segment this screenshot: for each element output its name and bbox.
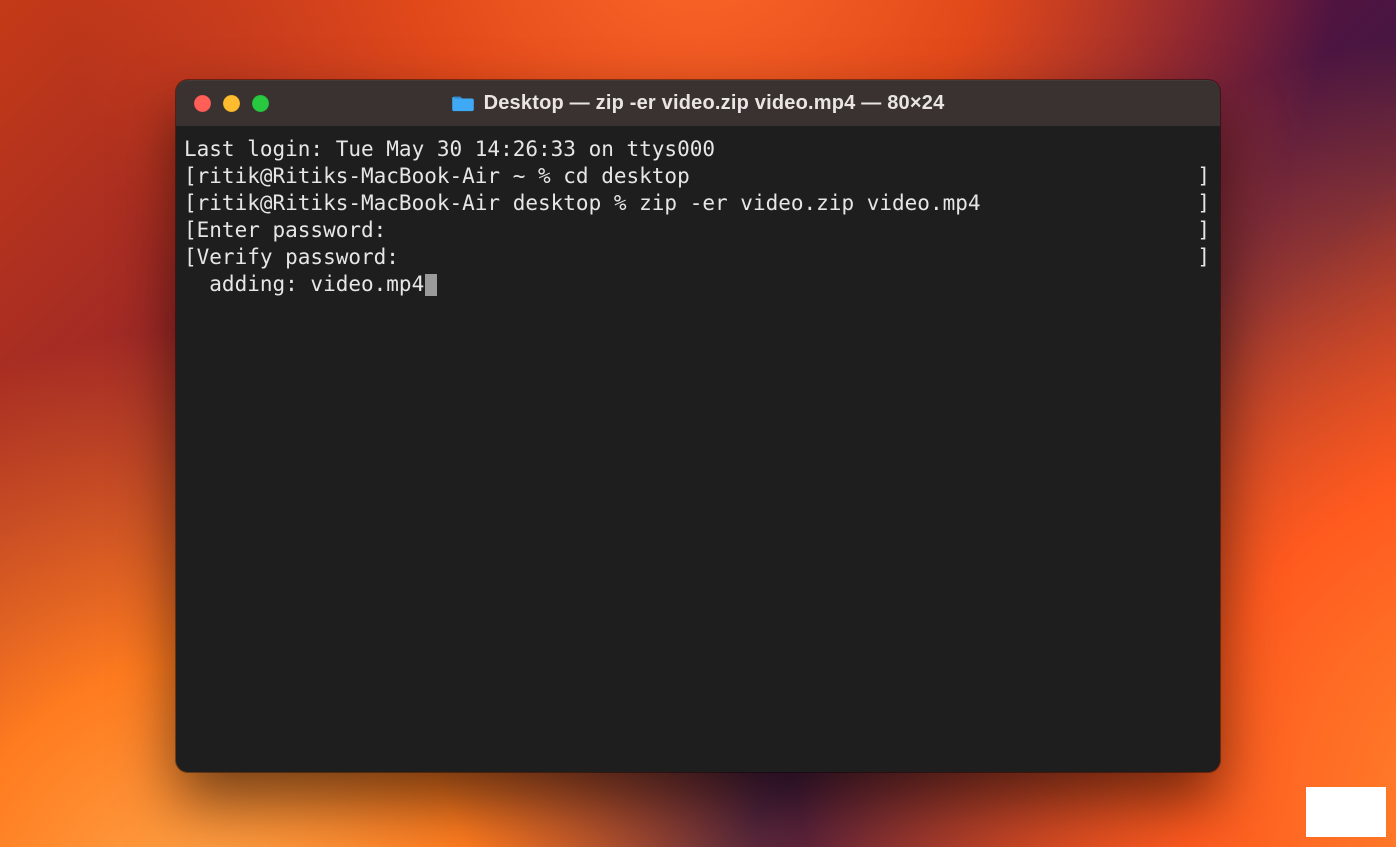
window-titlebar[interactable]: Desktop — zip -er video.zip video.mp4 — … <box>176 80 1220 126</box>
desktop-wallpaper: Desktop — zip -er video.zip video.mp4 — … <box>0 0 1396 847</box>
window-title-container: Desktop — zip -er video.zip video.mp4 — … <box>176 92 1220 115</box>
terminal-right-bracket: ] <box>1197 190 1214 217</box>
watermark-placeholder <box>1306 787 1386 837</box>
terminal-text: [ritik@Ritiks-MacBook-Air ~ % cd desktop <box>184 163 690 190</box>
terminal-window[interactable]: Desktop — zip -er video.zip video.mp4 — … <box>176 80 1220 772</box>
terminal-text: [Enter password: <box>184 217 386 244</box>
terminal-line: [Verify password:] <box>184 244 1214 271</box>
terminal-text: adding: video.mp4 <box>184 271 437 298</box>
terminal-line: Last login: Tue May 30 14:26:33 on ttys0… <box>184 136 1214 163</box>
terminal-line: [Enter password:] <box>184 217 1214 244</box>
traffic-lights <box>194 95 269 112</box>
maximize-button[interactable] <box>252 95 269 112</box>
terminal-text: [Verify password: <box>184 244 399 271</box>
terminal-line: adding: video.mp4 <box>184 271 1214 298</box>
terminal-right-bracket: ] <box>1197 244 1214 271</box>
terminal-body[interactable]: Last login: Tue May 30 14:26:33 on ttys0… <box>176 126 1220 772</box>
terminal-line: [ritik@Ritiks-MacBook-Air ~ % cd desktop… <box>184 163 1214 190</box>
terminal-text: Last login: Tue May 30 14:26:33 on ttys0… <box>184 136 715 163</box>
window-title: Desktop — zip -er video.zip video.mp4 — … <box>484 92 945 115</box>
cursor-block <box>425 274 437 296</box>
terminal-right-bracket: ] <box>1197 217 1214 244</box>
close-button[interactable] <box>194 95 211 112</box>
terminal-line: [ritik@Ritiks-MacBook-Air desktop % zip … <box>184 190 1214 217</box>
folder-icon <box>452 94 474 112</box>
terminal-right-bracket: ] <box>1197 163 1214 190</box>
terminal-text: [ritik@Ritiks-MacBook-Air desktop % zip … <box>184 190 981 217</box>
minimize-button[interactable] <box>223 95 240 112</box>
